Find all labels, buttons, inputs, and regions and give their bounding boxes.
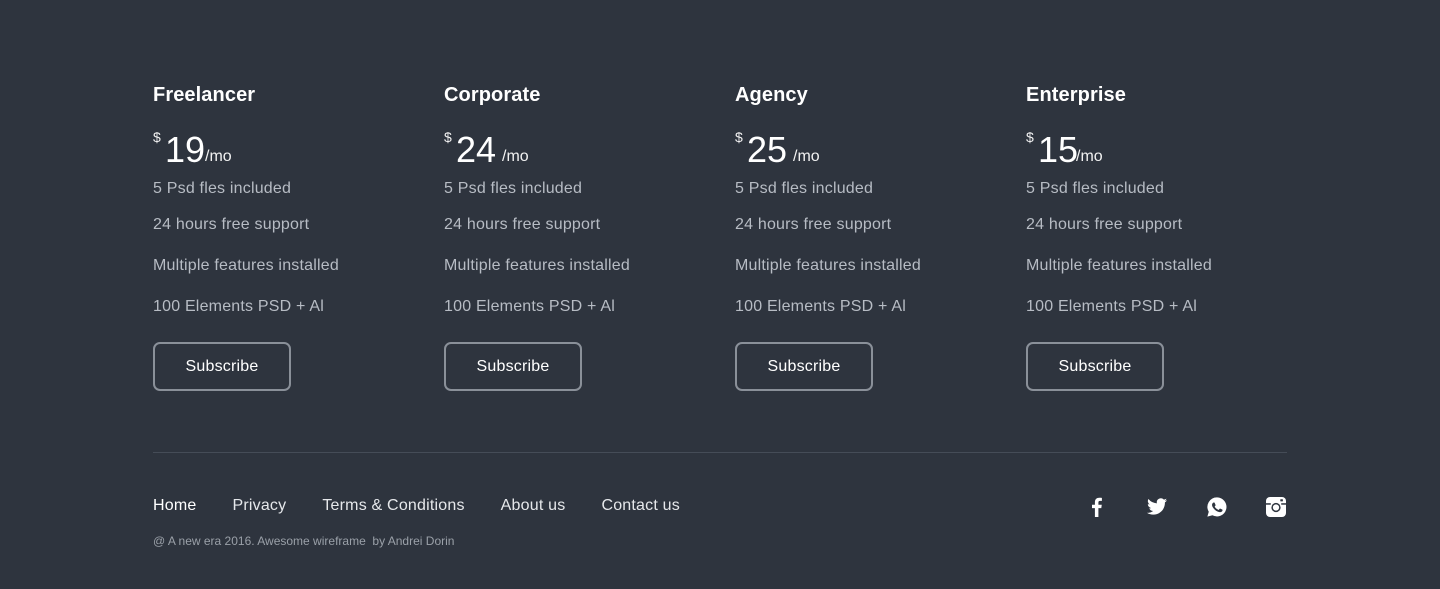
feature-item: 24 hours free support (444, 216, 601, 233)
feature-list: 5 Psd fles included 24 hours free suppor… (444, 174, 704, 327)
feature-item: Multiple features installed (1026, 257, 1212, 274)
price-amount: 19 (165, 129, 206, 170)
feature-list: 5 Psd fles included 24 hours free suppor… (735, 174, 995, 327)
plan-agency: Agency $ 25 /mo 5 Psd fles included 24 h… (735, 84, 995, 391)
price-currency: $ (1026, 129, 1034, 145)
price-currency: $ (735, 129, 743, 145)
plan-price: $ 25 /mo (735, 130, 995, 170)
feature-list: 5 Psd fles included 24 hours free suppor… (153, 174, 413, 327)
price-currency: $ (444, 129, 452, 145)
feature-item: Multiple features installed (153, 257, 339, 274)
footer-link-home[interactable]: Home (153, 495, 196, 517)
feature-item: 5 Psd fles included (1026, 180, 1165, 197)
feature-item: 5 Psd fles included (735, 180, 874, 197)
plan-name: Agency (735, 84, 808, 106)
plan-name: Corporate (444, 84, 541, 106)
price-period: /mo (1076, 148, 1103, 165)
price-amount: 24 (456, 129, 497, 170)
price-period: /mo (793, 148, 820, 165)
plan-freelancer: Freelancer $ 19 /mo 5 Psd fles included … (153, 84, 413, 391)
subscribe-button[interactable]: Subscribe (153, 342, 291, 391)
price-period: /mo (205, 148, 232, 165)
feature-item: 24 hours free support (153, 216, 310, 233)
feature-item: 5 Psd fles included (444, 180, 583, 197)
feature-item: 100 Elements PSD + Al (1026, 298, 1197, 315)
feature-list: 5 Psd fles included 24 hours free suppor… (1026, 174, 1286, 327)
plan-price: $ 19 /mo (153, 130, 413, 170)
feature-item: Multiple features installed (735, 257, 921, 274)
footer-link-privacy[interactable]: Privacy (232, 495, 286, 517)
social-links (1086, 496, 1287, 518)
feature-item: 100 Elements PSD + Al (444, 298, 615, 315)
feature-item: Multiple features installed (444, 257, 630, 274)
feature-item: 24 hours free support (735, 216, 892, 233)
plan-corporate: Corporate $ 24 /mo 5 Psd fles included 2… (444, 84, 704, 391)
plan-price: $ 15 /mo (1026, 130, 1286, 170)
price-period: /mo (502, 148, 529, 165)
copyright-text: @ A new era 2016. Awesome wireframe by A… (153, 534, 455, 548)
pricing-plans: Freelancer $ 19 /mo 5 Psd fles included … (153, 84, 1287, 404)
twitter-icon[interactable] (1146, 496, 1168, 518)
subscribe-button[interactable]: Subscribe (1026, 342, 1164, 391)
instagram-icon[interactable] (1265, 496, 1287, 518)
subscribe-button[interactable]: Subscribe (444, 342, 582, 391)
feature-item: 100 Elements PSD + Al (153, 298, 324, 315)
price-currency: $ (153, 129, 161, 145)
footer-link-about[interactable]: About us (501, 495, 566, 517)
plan-price: $ 24 /mo (444, 130, 704, 170)
footer-nav: Home Privacy Terms & Conditions About us… (153, 495, 716, 517)
price-amount: 15 (1038, 129, 1079, 170)
footer-link-terms[interactable]: Terms & Conditions (322, 495, 464, 517)
feature-item: 5 Psd fles included (153, 180, 292, 197)
facebook-icon[interactable] (1086, 496, 1108, 518)
feature-item: 24 hours free support (1026, 216, 1183, 233)
subscribe-button[interactable]: Subscribe (735, 342, 873, 391)
plan-name: Enterprise (1026, 84, 1126, 106)
plan-enterprise: Enterprise $ 15 /mo 5 Psd fles included … (1026, 84, 1286, 391)
footer-link-contact[interactable]: Contact us (601, 495, 679, 517)
feature-item: 100 Elements PSD + Al (735, 298, 906, 315)
plan-name: Freelancer (153, 84, 256, 106)
footer-divider (153, 452, 1287, 453)
price-amount: 25 (747, 129, 788, 170)
pricing-footer-section: Freelancer $ 19 /mo 5 Psd fles included … (0, 0, 1440, 589)
whatsapp-icon[interactable] (1206, 496, 1228, 518)
